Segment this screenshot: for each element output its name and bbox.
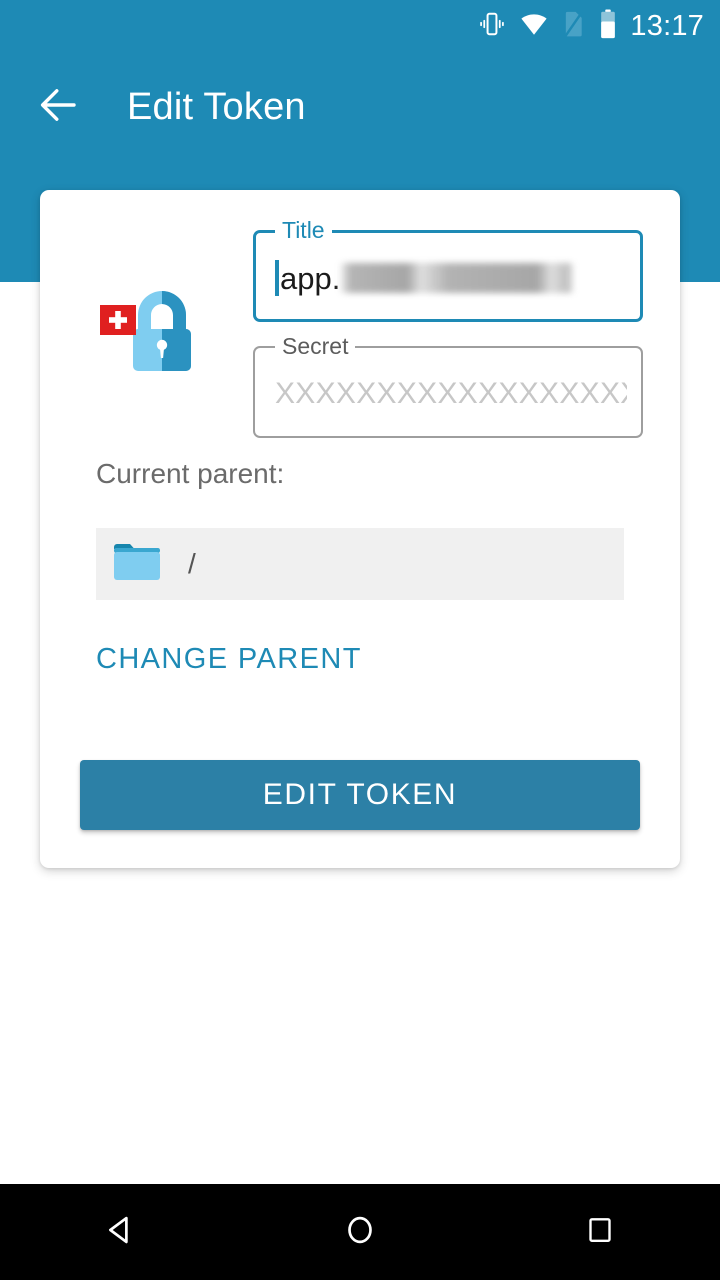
recents-square-icon: [585, 1215, 615, 1250]
status-bar-icons: [478, 9, 617, 44]
current-parent-path: /: [188, 548, 196, 579]
sim-card-missing-icon: [562, 10, 586, 43]
redacted-title-text: [341, 263, 574, 293]
vibrate-icon: [478, 10, 506, 43]
title-field-label: Title: [275, 217, 332, 243]
current-parent-row[interactable]: /: [96, 528, 624, 600]
change-parent-button[interactable]: CHANGE PARENT: [96, 645, 362, 674]
arrow-left-icon: [34, 81, 82, 134]
secret-field-content[interactable]: XXXXXXXXXXXXXXXXXXX: [275, 372, 627, 416]
battery-icon: [599, 9, 617, 44]
status-bar: 13:17: [0, 0, 720, 52]
nav-home-button[interactable]: [300, 1184, 420, 1280]
secret-field[interactable]: Secret XXXXXXXXXXXXXXXXXXX: [253, 333, 643, 438]
title-field[interactable]: Title app.: [253, 217, 643, 322]
card-top-row: Title app. Secret XXXXXXXXXXXXXXXXXXX: [40, 190, 680, 440]
folder-icon: [112, 541, 162, 588]
status-bar-clock: 13:17: [630, 9, 704, 42]
wifi-icon: [519, 10, 549, 43]
back-button[interactable]: [22, 71, 94, 143]
title-field-content[interactable]: app.: [275, 256, 627, 300]
title-field-value: app.: [280, 260, 341, 296]
secret-field-placeholder: XXXXXXXXXXXXXXXXXXX: [275, 377, 627, 410]
edit-token-card: Title app. Secret XXXXXXXXXXXXXXXXXXX Cu…: [40, 190, 680, 868]
fields-column: Title app. Secret XXXXXXXXXXXXXXXXXXX: [253, 217, 643, 462]
edit-token-submit-button[interactable]: EDIT TOKEN: [80, 760, 640, 830]
back-triangle-icon: [103, 1213, 137, 1252]
page-title: Edit Token: [127, 86, 306, 128]
app-bar: Edit Token: [0, 62, 720, 152]
app-screen: 13:17 Edit Token Title app. Secret XXXXX…: [0, 0, 720, 1280]
android-navigation-bar: [0, 1184, 720, 1280]
current-parent-label: Current parent:: [96, 458, 285, 489]
nav-recents-button[interactable]: [540, 1184, 660, 1280]
swiss-padlock-logo: [100, 285, 224, 373]
home-circle-icon: [343, 1213, 377, 1252]
text-caret: [275, 260, 279, 296]
secret-field-label: Secret: [275, 333, 356, 359]
nav-back-button[interactable]: [60, 1184, 180, 1280]
